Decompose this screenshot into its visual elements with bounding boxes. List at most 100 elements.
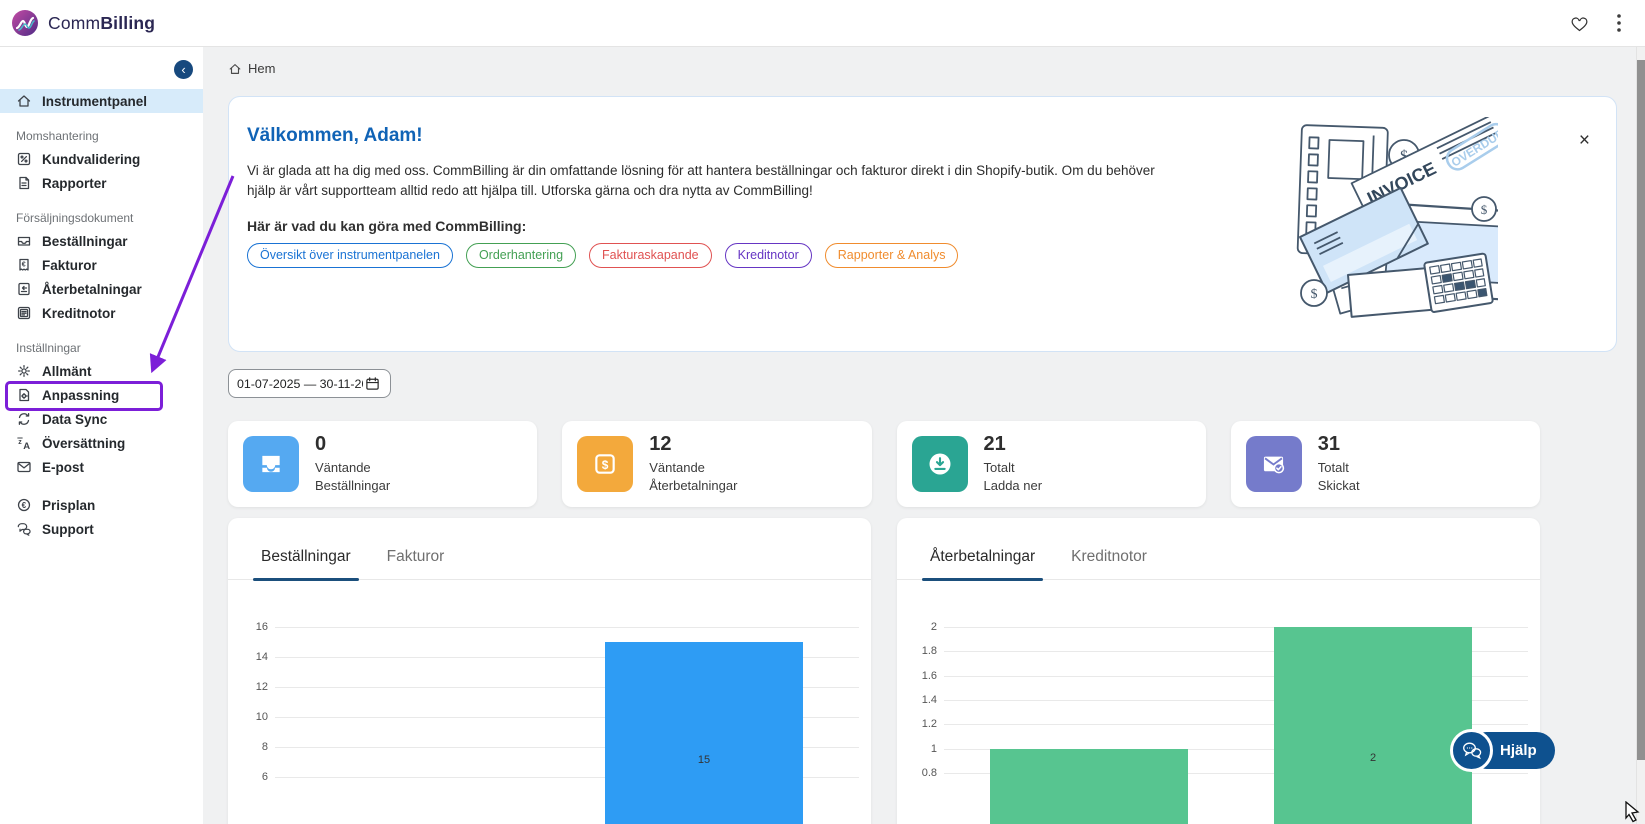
invoices-illustration: $ INVOICE INVOICE OVERDUE — [1296, 117, 1498, 318]
dollar-sign-text: $ — [1481, 202, 1488, 217]
main-content: Hem Välkommen, Adam! Vi är glada att ha … — [203, 47, 1645, 824]
download-icon — [911, 436, 968, 492]
sidebar-item-data-sync[interactable]: Data Sync — [0, 407, 203, 431]
top-bar: CommBilling — [0, 0, 1645, 47]
help-button[interactable]: Hjälp — [1450, 729, 1555, 772]
sidebar-collapse-button[interactable]: ‹ — [174, 60, 193, 79]
orders-chart-card: Beställningar Fakturor 16 14 12 10 8 6 15 — [228, 518, 871, 824]
bar-value-label: 2 — [1369, 752, 1377, 764]
stat-card-totalt-ladda-ner: 21 Totalt Ladda ner — [896, 421, 1206, 507]
tab-fakturor[interactable]: Fakturor — [384, 548, 448, 579]
svg-text:z: z — [18, 439, 22, 446]
stat-label: Totalt Ladda ner — [983, 460, 1043, 493]
more-menu-button[interactable] — [1617, 14, 1621, 32]
welcome-subtitle: Här är vad du kan göra med CommBilling: — [247, 218, 527, 234]
y-axis-tick-label: 14 — [255, 651, 268, 663]
sidebar-item-aterbetalningar[interactable]: Återbetalningar — [0, 277, 203, 301]
svg-text:$: $ — [602, 458, 609, 472]
stat-card-vantande-bestallningar: 0 Väntande Beställningar — [228, 421, 538, 507]
sidebar-section-momshantering: Momshantering — [16, 129, 99, 143]
sidebar-item-label: E-post — [42, 459, 84, 475]
stat-value: 31 — [1317, 433, 1340, 456]
sidebar-item-prisplan[interactable]: € Prisplan — [0, 493, 203, 517]
tag-fakturaskapande[interactable]: Fakturaskapande — [589, 243, 712, 268]
close-icon[interactable]: × — [1579, 131, 1590, 150]
topbar-actions — [1570, 14, 1645, 32]
sidebar-item-label: Data Sync — [42, 411, 108, 427]
tag-oversikt[interactable]: Översikt över instrumentpanelen — [247, 243, 453, 268]
vertical-scrollbar — [1636, 47, 1645, 824]
sidebar-item-label: Instrumentpanel — [42, 93, 148, 109]
sidebar-item-oversattning[interactable]: zA Översättning — [0, 431, 203, 455]
tab-bestallningar[interactable]: Beställningar — [253, 548, 359, 581]
heart-icon — [1571, 16, 1588, 31]
y-axis-tick-label: 1.8 — [921, 645, 937, 658]
sidebar-item-e-post[interactable]: E-post — [0, 455, 203, 479]
y-axis-tick-label: 0.8 — [921, 766, 937, 779]
welcome-title: Välkommen, Adam! — [247, 125, 423, 146]
calendar-icon — [366, 377, 379, 390]
sidebar-item-label: Rapporter — [42, 175, 107, 191]
sync-icon — [18, 413, 30, 425]
stat-label: Totalt Skickat — [1317, 460, 1360, 493]
sidebar-item-support[interactable]: Support — [0, 517, 203, 541]
stats-row: 0 Väntande Beställningar $ 12 Väntande Åte… — [228, 421, 1540, 507]
y-axis-tick-label: 1 — [930, 742, 937, 755]
welcome-body: Vi är glada att ha dig med oss. CommBill… — [247, 163, 1155, 199]
scrollbar-thumb[interactable] — [1637, 60, 1645, 760]
tag-rapporter-analys[interactable]: Rapporter & Analys — [824, 243, 959, 268]
chart-bar[interactable] — [1274, 627, 1472, 824]
breadcrumb[interactable]: Hem — [228, 61, 275, 76]
orders-tray-icon — [243, 436, 299, 492]
sidebar-item-anpassning[interactable]: Anpassning — [0, 383, 203, 407]
sidebar-item-allmant[interactable]: Allmänt — [0, 359, 203, 383]
support-icon — [17, 523, 31, 536]
sidebar-item-instrumentpanel[interactable]: Instrumentpanel — [0, 89, 203, 113]
date-range-value: 01-07-2025 — 30-11-2025 — [237, 376, 363, 391]
report-icon — [19, 176, 30, 190]
stat-card-vantande-aterbetalningar: $ 12 Väntande Återbetalningar — [562, 421, 872, 507]
stat-card-totalt-skickat: 31 Totalt Skickat — [1230, 421, 1540, 507]
y-axis-tick-label: 10 — [255, 711, 268, 723]
tag-orderhantering[interactable]: Orderhantering — [465, 243, 577, 268]
sidebar-nav: Instrumentpanel Momshantering Kundvalide… — [0, 47, 203, 541]
home-breadcrumb-icon — [229, 63, 241, 74]
sidebar-item-fakturor[interactable]: € Fakturor — [0, 253, 203, 277]
refunds-chart-tabs: Återbetalningar Kreditnotor — [897, 518, 1540, 581]
kebab-menu-icon — [1617, 14, 1621, 32]
chart-bar[interactable] — [990, 748, 1188, 824]
welcome-banner: Välkommen, Adam! Vi är glada att ha dig … — [228, 96, 1617, 352]
price-plan-icon: € — [17, 498, 31, 512]
sidebar-item-bestallningar[interactable]: Beställningar — [0, 229, 203, 253]
chat-bubbles-icon — [1450, 729, 1493, 772]
app-window: CommBilling ‹ Instrumentpanel Momshanter… — [0, 0, 1645, 824]
y-axis-tick-label: 6 — [261, 771, 268, 783]
refund-icon — [18, 282, 30, 296]
svg-text:A: A — [23, 441, 30, 451]
sidebar-item-label: Kreditnotor — [42, 305, 116, 321]
date-range-picker[interactable]: 01-07-2025 — 30-11-2025 — [228, 369, 391, 398]
sidebar-item-label: Anpassning — [42, 387, 120, 403]
sidebar-item-rapporter[interactable]: Rapporter — [0, 171, 203, 195]
chart-bar[interactable] — [605, 642, 803, 824]
y-axis-tick-label: 1.6 — [921, 669, 937, 682]
sidebar-item-kundvalidering[interactable]: Kundvalidering — [0, 147, 203, 171]
brand-name: CommBilling — [48, 12, 156, 33]
sidebar-item-label: Allmänt — [42, 363, 92, 379]
sidebar-item-label: Beställningar — [42, 233, 128, 249]
sidebar-item-label: Support — [42, 521, 94, 537]
invoice-icon: € — [19, 258, 29, 271]
calculator-illustration — [1423, 252, 1494, 313]
sidebar-section-forsaljningsdokument: Försäljningsdokument — [16, 211, 134, 225]
stat-label: Väntande Beställningar — [315, 460, 391, 493]
sidebar-item-kreditnotor[interactable]: Kreditnotor — [0, 301, 203, 325]
charts-row: Beställningar Fakturor 16 14 12 10 8 6 15 Åter… — [228, 518, 1540, 824]
tag-kreditnotor[interactable]: Kreditnotor — [724, 243, 812, 268]
stat-label: Väntande Återbetalningar — [649, 460, 738, 493]
tab-kreditnotor[interactable]: Kreditnotor — [1068, 548, 1150, 579]
tab-aterbetalningar[interactable]: Återbetalningar — [921, 548, 1044, 581]
breadcrumb-label: Hem — [248, 61, 276, 76]
y-axis-tick-label: 2 — [930, 621, 937, 633]
stat-value: 0 — [315, 433, 327, 456]
favorite-button[interactable] — [1570, 15, 1589, 32]
